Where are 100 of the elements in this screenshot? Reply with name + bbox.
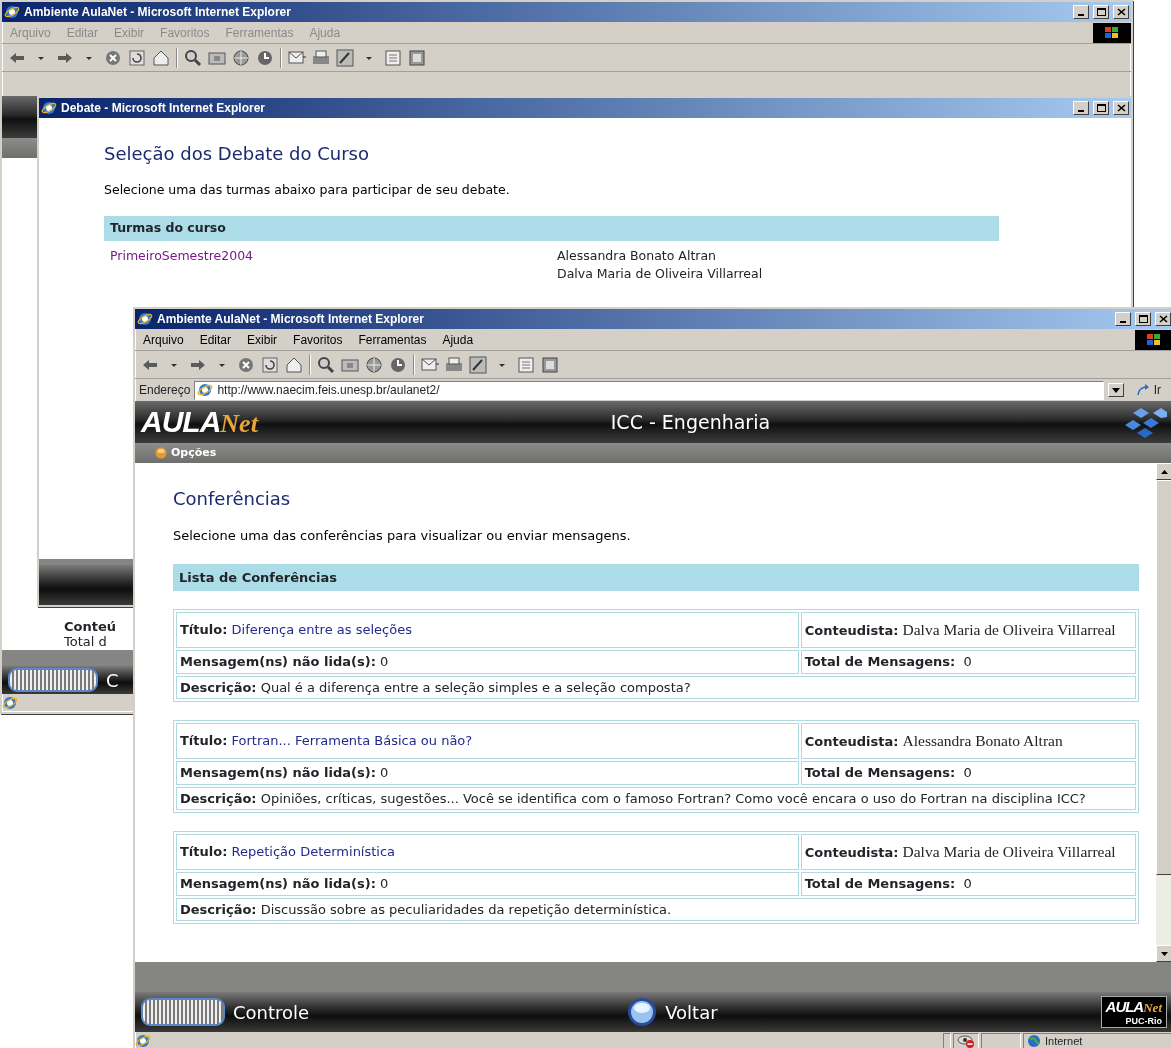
home-icon[interactable] <box>285 355 303 374</box>
clock-icon[interactable] <box>256 48 274 67</box>
go-arrow-icon <box>1135 383 1150 397</box>
status-cell <box>981 1033 1021 1048</box>
orb-icon <box>155 447 167 459</box>
notes-icon[interactable] <box>408 48 426 67</box>
browser-icon <box>4 4 20 20</box>
scroll-up-button[interactable] <box>1156 463 1171 480</box>
course-title: ICC - Engenharia <box>609 409 772 435</box>
maximize-icon <box>1096 104 1106 112</box>
close-icon <box>1116 8 1126 16</box>
minimize-button[interactable] <box>1073 5 1089 19</box>
field-value: 0 <box>963 765 972 780</box>
caret-icon <box>1161 469 1168 474</box>
conference-link[interactable]: Fortran... Ferramenta Básica ou não? <box>231 733 473 749</box>
stop-icon[interactable] <box>104 48 122 67</box>
minimize-button[interactable] <box>1115 312 1131 326</box>
close-icon <box>1116 104 1126 112</box>
menu-item[interactable]: Favoritos <box>285 332 351 347</box>
blocked-icon <box>957 1034 975 1048</box>
close-button[interactable] <box>1113 101 1129 115</box>
refresh-icon[interactable] <box>128 48 146 67</box>
control-button[interactable]: C <box>8 666 119 694</box>
author-name: Alessandra Bonato Altran <box>902 732 1063 750</box>
menu-item[interactable]: Ferramentas <box>350 332 435 347</box>
description-text: Discussão sobre as peculiaridades da repetição determinística. <box>260 901 672 917</box>
globe-icon <box>1027 1034 1041 1048</box>
field-label: Conteudista: <box>804 845 899 861</box>
edit-icon[interactable] <box>469 355 487 374</box>
document-icon[interactable] <box>384 48 402 67</box>
field-label: Conteudista: <box>804 734 899 750</box>
scroll-thumb[interactable] <box>1156 480 1171 875</box>
page-title: Conferências <box>173 487 292 511</box>
maximize-button[interactable] <box>1093 5 1109 19</box>
options-menu[interactable]: Opções <box>155 444 217 462</box>
window-title: Ambiente AulaNet - Microsoft Internet Explorer <box>157 312 424 326</box>
logo-caption: PUC-Rio <box>1124 1016 1162 1026</box>
class-link[interactable]: PrimeiroSemestre2004 <box>110 247 254 263</box>
edit-icon[interactable] <box>336 48 354 67</box>
field-value: 0 <box>380 876 389 891</box>
search-icon[interactable] <box>317 355 335 374</box>
scroll-down-button[interactable] <box>1156 945 1171 962</box>
text-fragment: Total d <box>64 634 107 650</box>
window-title: Debate - Microsoft Internet Explorer <box>61 101 266 115</box>
author-name: Dalva Maria de Oliveira Villarreal <box>902 843 1116 861</box>
stop-icon[interactable] <box>237 355 255 374</box>
minimize-button[interactable] <box>1073 101 1089 115</box>
logo: AULANet <box>141 405 258 439</box>
back-button[interactable]: Voltar <box>627 997 718 1027</box>
menu-item[interactable]: Editar <box>191 332 240 347</box>
control-button[interactable]: Controle <box>141 998 310 1026</box>
address-field[interactable]: http://www.naecim.feis.unesp.br/aulanet2/ <box>194 380 1104 400</box>
field-label: Mensagem(ns) não lida(s): <box>180 654 376 669</box>
mail-icon[interactable] <box>421 355 439 374</box>
globe-icon[interactable] <box>232 48 250 67</box>
page-heading: Seleção dos Debate do Curso <box>104 142 370 166</box>
field-label: Título: <box>180 622 228 638</box>
document-icon[interactable] <box>517 355 535 374</box>
conference-link[interactable]: Diferença entre as seleções <box>231 622 412 638</box>
print-icon[interactable] <box>312 48 330 67</box>
maximize-icon <box>1138 315 1148 323</box>
menu-item[interactable]: Exibir <box>239 332 286 347</box>
go-button[interactable]: Ir <box>1127 383 1169 397</box>
teacher-name: Dalva Maria de Oliveira Villarreal <box>557 265 763 284</box>
close-button[interactable] <box>1113 5 1129 19</box>
table-header: Turmas do curso <box>104 215 999 241</box>
list-header: Lista de Conferências <box>173 563 1139 591</box>
search-icon[interactable] <box>184 48 202 67</box>
orb-icon <box>627 997 658 1027</box>
mail-icon[interactable] <box>288 48 306 67</box>
maximize-button[interactable] <box>1093 101 1109 115</box>
caret-icon <box>1111 387 1120 393</box>
menu-item[interactable]: Arquivo <box>135 332 192 347</box>
address-label: Endereço <box>139 383 191 397</box>
home-icon[interactable] <box>152 48 170 67</box>
menu-item[interactable]: Ajuda <box>434 332 482 347</box>
field-label: Descrição: <box>180 790 257 806</box>
flag-icon <box>1145 332 1163 347</box>
print-icon[interactable] <box>445 355 463 374</box>
dropdown-button[interactable] <box>1107 383 1124 397</box>
refresh-icon[interactable] <box>261 355 279 374</box>
notes-icon[interactable] <box>541 355 559 374</box>
field-label: Conteudista: <box>804 623 899 639</box>
clock-icon[interactable] <box>389 355 407 374</box>
field-label: Descrição: <box>180 679 257 695</box>
conference-link[interactable]: Repetição Determinística <box>231 844 396 860</box>
close-icon <box>1158 315 1168 323</box>
description-text: Qual é a diferença entre a seleção simples e a seleção composta? <box>260 679 691 695</box>
field-value: 0 <box>963 654 972 669</box>
close-button[interactable] <box>1155 312 1171 326</box>
intro-text: Selecione uma das turmas abaixo para participar de seu debate. <box>104 181 511 199</box>
maximize-button[interactable] <box>1135 312 1151 326</box>
field-value: 0 <box>380 654 389 669</box>
globe-icon[interactable] <box>365 355 383 374</box>
page-icon <box>197 382 214 398</box>
field-label: Mensagem(ns) não lida(s): <box>180 876 376 891</box>
page-icon <box>2 695 18 711</box>
caret-icon <box>1161 951 1168 956</box>
field-label: Descrição: <box>180 901 257 917</box>
description-text: Opiniões, críticas, sugestões... Você se identifica com o famoso Fortran? Como você encara o uso do Fortran na disciplina ICC? <box>260 790 1086 806</box>
